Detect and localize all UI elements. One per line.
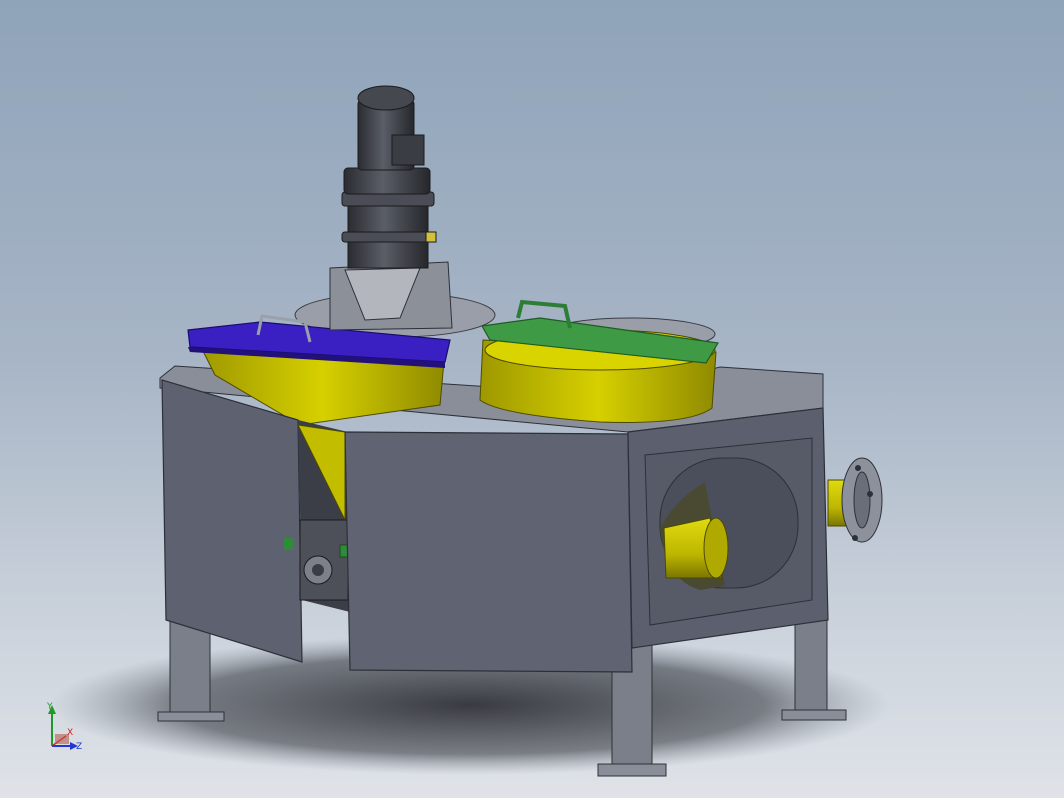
left-door xyxy=(161,379,303,663)
cad-viewport[interactable]: Y X Z xyxy=(0,0,1064,798)
right-door xyxy=(344,431,633,673)
axis-label-x: X xyxy=(67,728,73,738)
axis-label-z: Z xyxy=(76,742,82,752)
machine-model[interactable]: Y X Z xyxy=(0,0,1064,798)
outlet-flange xyxy=(827,457,883,543)
drive-motor xyxy=(329,85,453,331)
axis-label-y: Y xyxy=(46,702,53,712)
side-panel xyxy=(627,407,829,649)
